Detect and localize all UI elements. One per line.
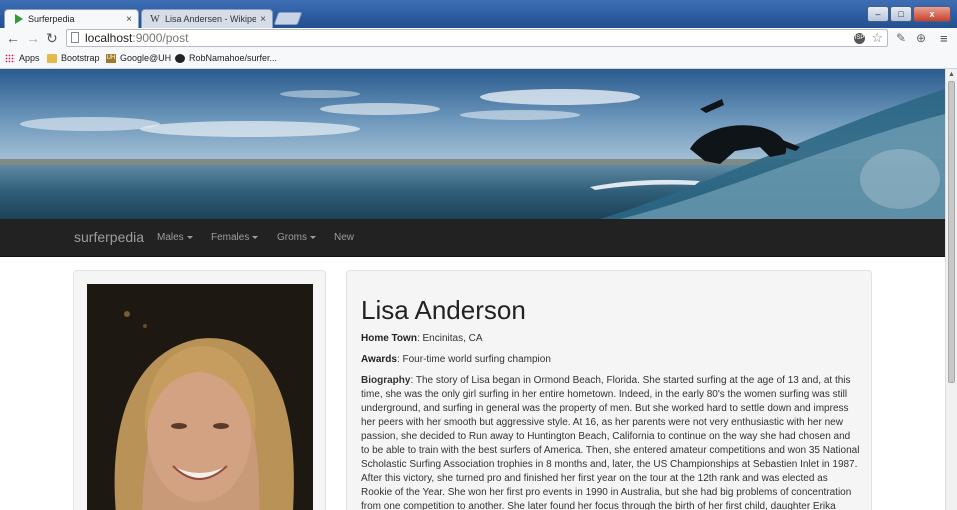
- biography-label: Biography: [361, 375, 411, 386]
- tab-wikipedia[interactable]: W Lisa Andersen - Wikipedia ×: [141, 9, 273, 28]
- browser-titlebar: Surferpedia × W Lisa Andersen - Wikipedi…: [0, 0, 957, 28]
- url-host: localhost: [85, 31, 133, 45]
- forward-arrow-icon[interactable]: →: [26, 31, 40, 45]
- tab-title: Surferpedia: [28, 14, 75, 24]
- bookmark-github[interactable]: RobNamahoe/surfer...: [175, 53, 277, 63]
- hero-banner-image: [0, 69, 945, 219]
- scroll-thumb[interactable]: [948, 81, 955, 383]
- hometown-field: Home Town: Encinitas, CA: [361, 333, 483, 344]
- bookmark-bootstrap[interactable]: Bootstrap: [47, 53, 100, 63]
- biography-text: : The story of Lisa began in Ormond Beac…: [361, 375, 860, 510]
- maximize-button[interactable]: □: [890, 6, 912, 22]
- url-path: :9000/post: [132, 31, 189, 45]
- surfer-name-heading: Lisa Anderson: [361, 295, 526, 325]
- tab-close-icon[interactable]: ×: [126, 14, 132, 25]
- nav-females-dropdown[interactable]: Females: [211, 232, 259, 243]
- bookmark-star-icon[interactable]: ☆: [871, 30, 883, 46]
- caret-down-icon: [310, 235, 316, 239]
- bookmark-label: Bootstrap: [61, 53, 100, 63]
- bookmark-label: Apps: [19, 53, 40, 63]
- extension-icon[interactable]: ISP: [854, 33, 865, 44]
- page-icon: [71, 32, 79, 43]
- nav-new-link[interactable]: New: [334, 232, 354, 243]
- close-window-button[interactable]: x: [913, 6, 951, 22]
- reload-icon[interactable]: ↻: [46, 31, 58, 45]
- scroll-up-arrow-icon[interactable]: ▲: [948, 71, 955, 78]
- bookmark-label: Google@UH: [120, 53, 172, 63]
- surfer-portrait-photo: [87, 284, 313, 510]
- bookmark-label: RobNamahoe/surfer...: [189, 53, 278, 63]
- nav-groms-dropdown[interactable]: Groms: [277, 232, 316, 243]
- nav-label: Groms: [277, 232, 307, 243]
- play-icon: [13, 14, 23, 24]
- nav-males-dropdown[interactable]: Males: [157, 232, 193, 243]
- tab-close-icon[interactable]: ×: [260, 14, 266, 25]
- menu-icon[interactable]: ≡: [940, 31, 948, 46]
- window-controls: – □ x: [867, 6, 951, 22]
- back-arrow-icon[interactable]: ←: [6, 31, 20, 45]
- tab-surferpedia[interactable]: Surferpedia ×: [4, 9, 139, 28]
- address-bar[interactable]: localhost:9000/post ISP ☆: [66, 29, 888, 47]
- location-pin-icon[interactable]: ⊕: [916, 31, 926, 45]
- caret-down-icon: [186, 235, 193, 239]
- browser-toolbar: ← → ↻ localhost:9000/post ISP ☆ ✎ ⊕ ≡: [0, 28, 957, 49]
- awards-label: Awards: [361, 354, 397, 365]
- new-tab-button[interactable]: [273, 12, 303, 25]
- site-navbar: surferpedia Males Females Groms New: [0, 219, 945, 257]
- biography-paragraph: Biography: The story of Lisa began in Or…: [361, 374, 861, 510]
- apps-grid-icon: [5, 53, 15, 63]
- bookmark-apps[interactable]: Apps: [5, 53, 40, 63]
- page-viewport: surferpedia Males Females Groms New Lisa…: [0, 69, 945, 510]
- github-icon: [175, 53, 185, 63]
- nav-label: Females: [211, 232, 250, 243]
- nav-label: Males: [157, 232, 184, 243]
- tab-title: Lisa Andersen - Wikipedia: [165, 14, 257, 24]
- awards-field: Awards: Four-time world surfing champion: [361, 354, 551, 365]
- minimize-button[interactable]: –: [867, 6, 889, 22]
- hometown-label: Home Town: [361, 333, 417, 344]
- caret-down-icon: [252, 235, 259, 239]
- uh-logo-icon: UH: [106, 53, 116, 63]
- page-scrollbar[interactable]: ▲: [945, 69, 957, 510]
- bookmarks-bar: Apps Bootstrap UH Google@UH RobNamahoe/s…: [0, 49, 957, 69]
- wikipedia-icon: W: [150, 13, 160, 25]
- awards-value: : Four-time world surfing champion: [396, 354, 551, 365]
- pen-tool-icon[interactable]: ✎: [896, 31, 906, 45]
- hometown-value: : Encinitas, CA: [416, 333, 483, 344]
- folder-icon: [47, 53, 57, 63]
- navbar-brand[interactable]: surferpedia: [74, 229, 144, 245]
- bookmark-google-uh[interactable]: UH Google@UH: [106, 53, 171, 63]
